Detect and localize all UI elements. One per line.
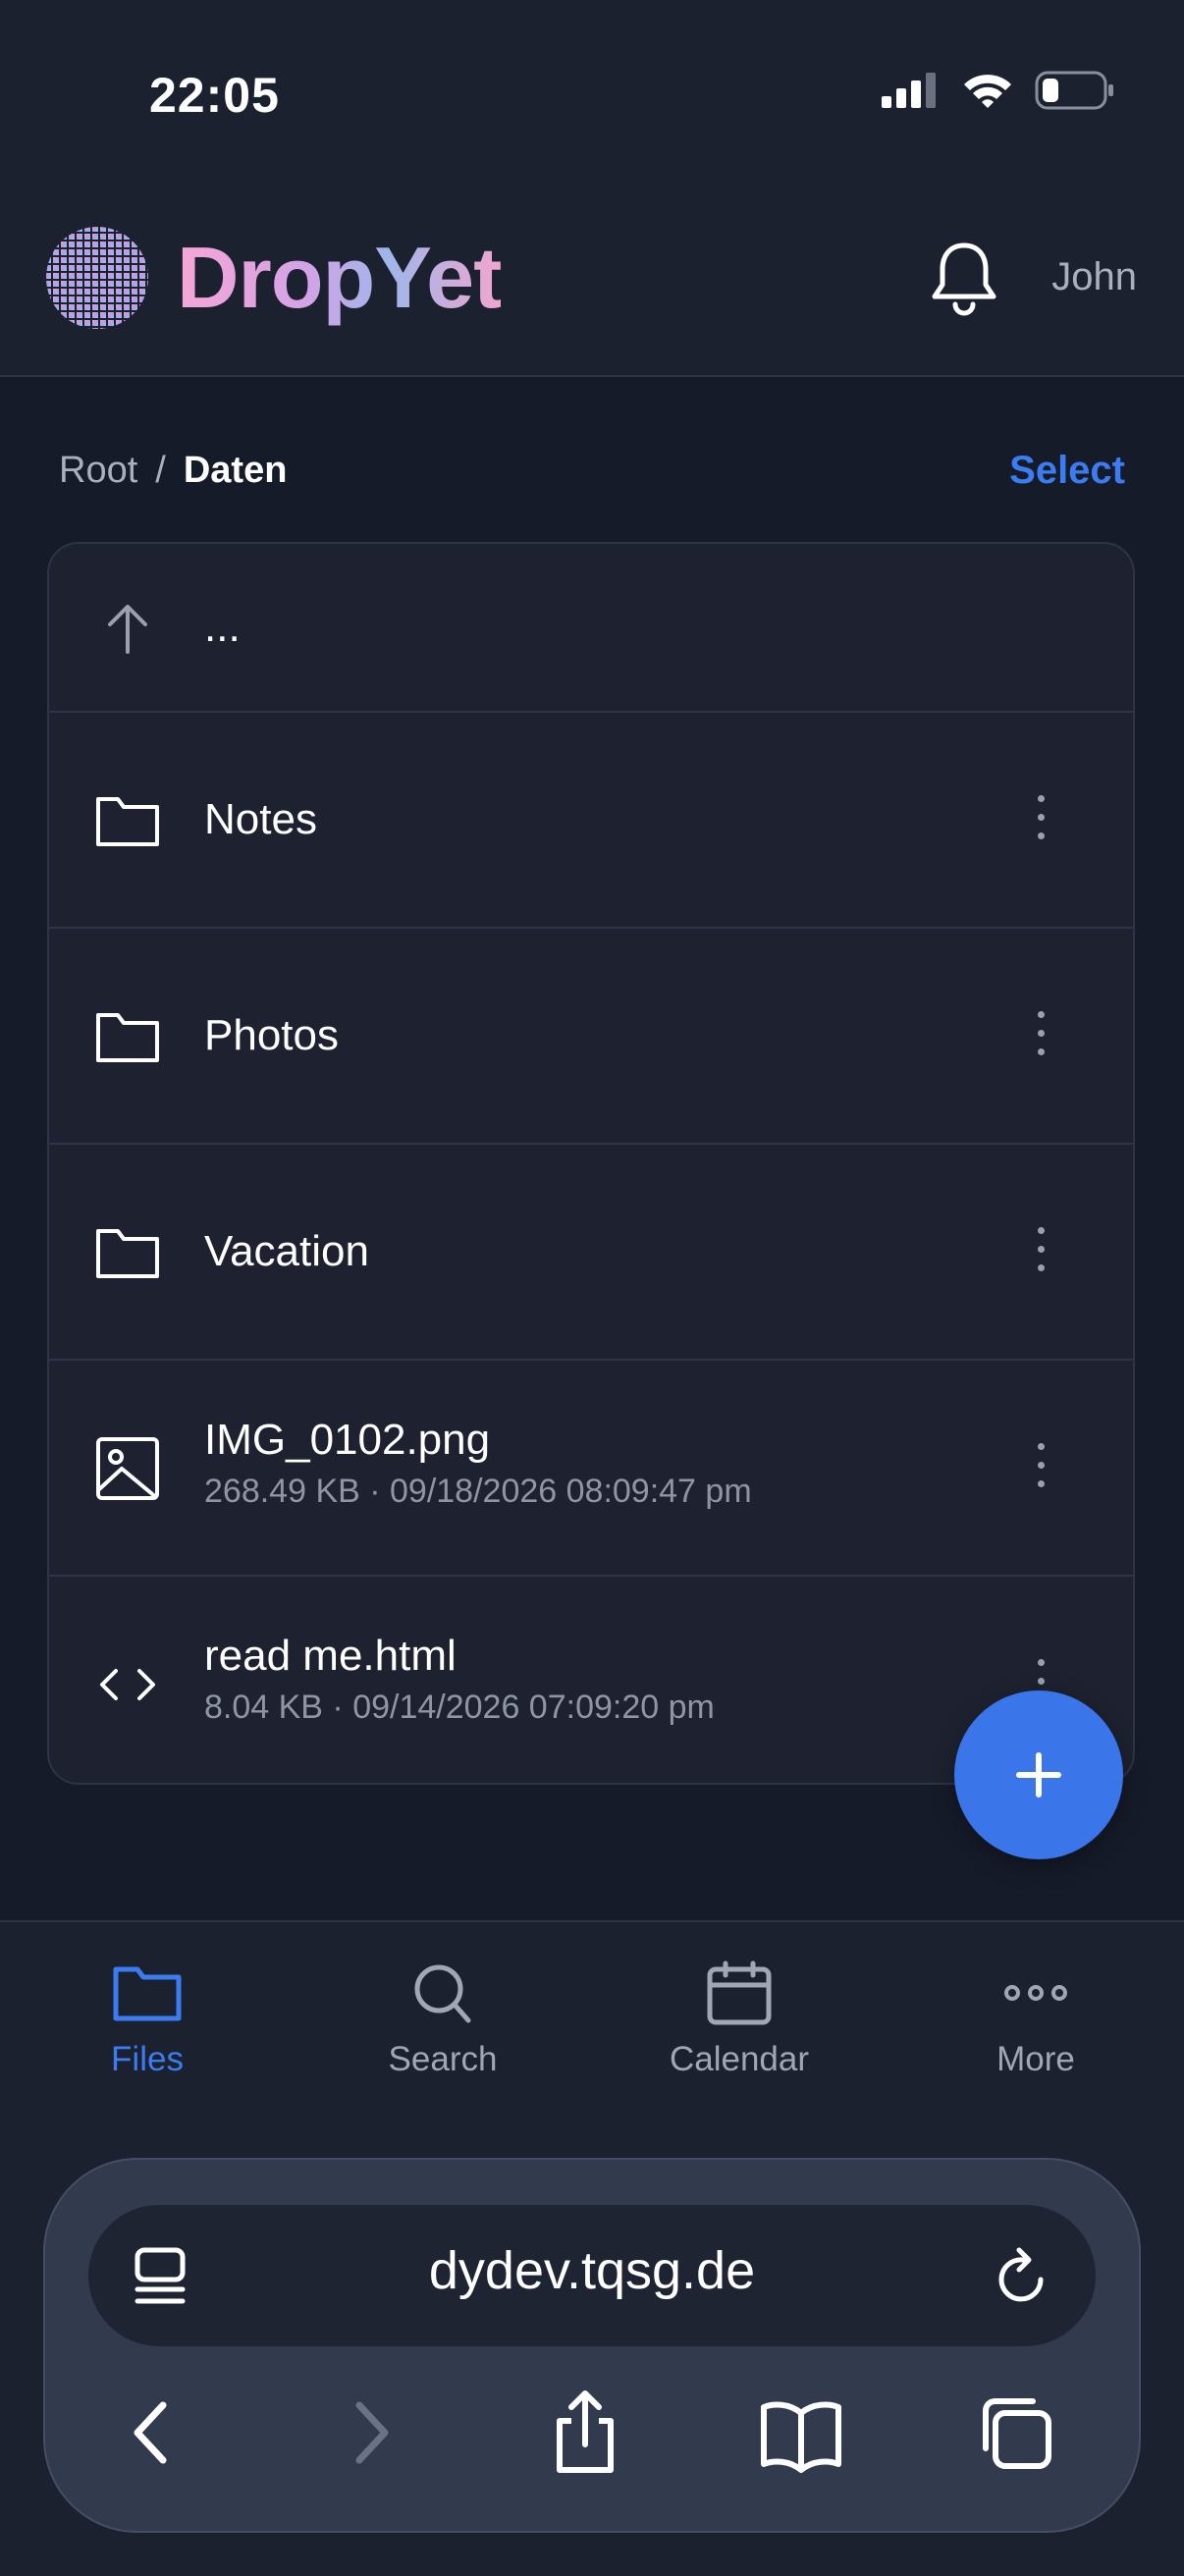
file-meta: 268.49 KB · 09/18/2026 08:09:47 pm [204, 1473, 752, 1510]
file-name: Vacation [204, 1227, 369, 1275]
logo-icon [46, 227, 148, 329]
more-vertical-icon[interactable] [1033, 795, 1049, 846]
share-icon[interactable] [540, 2388, 630, 2478]
tab-search[interactable]: Search [325, 1959, 561, 2079]
file-row-photos[interactable]: Photos [49, 929, 1133, 1145]
arrow-up-icon [108, 605, 147, 654]
reload-icon[interactable] [994, 2244, 1052, 2307]
search-icon [414, 1964, 471, 2023]
notification-bell-icon[interactable] [929, 238, 999, 316]
breadcrumb-root[interactable]: Root [59, 450, 137, 492]
breadcrumb-separator: / [155, 449, 166, 491]
status-time: 22:05 [149, 68, 280, 123]
app-logo-text: DropYet [177, 226, 502, 330]
status-icons [882, 71, 1115, 110]
file-name: Notes [204, 795, 317, 843]
address-bar[interactable]: dydev.tqsg.de [88, 2205, 1096, 2346]
file-row-img-0102[interactable]: IMG_0102.png 268.49 KB · 09/18/2026 08:0… [49, 1361, 1133, 1577]
folder-icon [96, 797, 159, 846]
file-row-vacation[interactable]: Vacation [49, 1145, 1133, 1361]
file-name: Photos [204, 1011, 339, 1059]
more-vertical-icon[interactable] [1033, 1011, 1049, 1062]
image-icon [96, 1437, 159, 1500]
tab-label: Search [388, 2040, 498, 2078]
wifi-icon [964, 75, 1011, 108]
folder-icon [96, 1229, 159, 1278]
file-name: IMG_0102.png [204, 1416, 491, 1464]
tab-files[interactable]: Files [29, 1959, 265, 2079]
folder-icon [113, 1966, 182, 2021]
parent-directory-label: ... [204, 603, 241, 651]
file-row-notes[interactable]: Notes [49, 713, 1133, 929]
file-list: ... Notes Photos Vacation IMG_0102.png 2… [47, 542, 1135, 1785]
tab-label: Calendar [669, 2040, 810, 2078]
forward-icon[interactable] [324, 2388, 414, 2478]
breadcrumb-current: Daten [183, 449, 288, 491]
back-icon[interactable] [108, 2388, 198, 2478]
signal-icon [882, 73, 936, 108]
browser-toolbar: dydev.tqsg.de [43, 2158, 1141, 2533]
tab-calendar[interactable]: Calendar [621, 1959, 857, 2079]
tab-more[interactable]: More [918, 1959, 1154, 2079]
battery-icon [1035, 71, 1113, 110]
tab-label: More [996, 2040, 1075, 2078]
add-button[interactable] [954, 1690, 1123, 1859]
breadcrumb: Root / Daten Select [59, 444, 1125, 497]
tabs-icon[interactable] [972, 2388, 1062, 2478]
more-icon [1004, 1985, 1067, 2001]
file-meta: 8.04 KB · 09/14/2026 07:09:20 pm [204, 1689, 715, 1726]
calendar-icon [707, 1960, 772, 2025]
plus-icon [1016, 1752, 1061, 1798]
status-bar: 22:05 [0, 0, 1184, 187]
bookmarks-icon[interactable] [756, 2388, 846, 2478]
folder-icon [96, 1013, 159, 1062]
parent-directory-row[interactable]: ... [49, 544, 1133, 713]
file-name: read me.html [204, 1632, 457, 1680]
code-icon [100, 1669, 155, 1700]
app-header: DropYet John [0, 187, 1184, 377]
url-text: dydev.tqsg.de [428, 2241, 756, 2300]
more-vertical-icon[interactable] [1033, 1227, 1049, 1278]
tab-label: Files [111, 2040, 184, 2078]
select-button[interactable]: Select [1009, 449, 1125, 493]
more-vertical-icon[interactable] [1033, 1443, 1049, 1494]
user-name[interactable]: John [1051, 255, 1137, 299]
